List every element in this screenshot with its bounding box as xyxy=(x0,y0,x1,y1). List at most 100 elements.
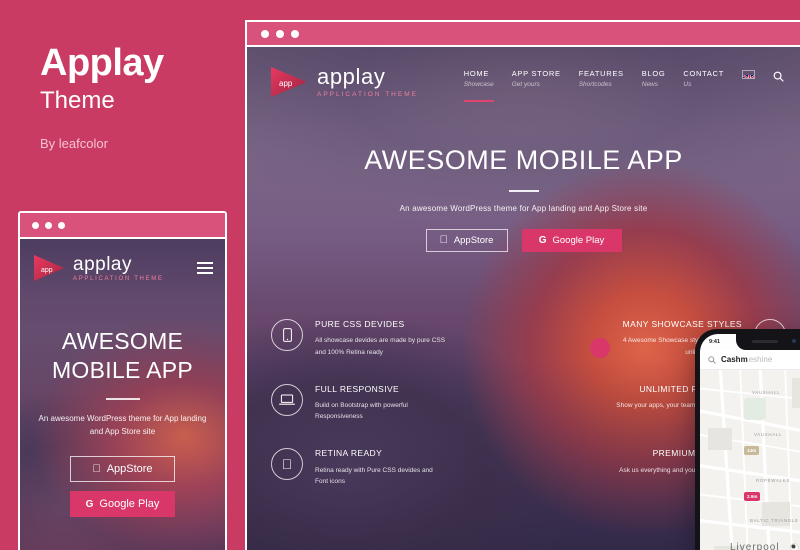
apple-icon:  xyxy=(92,463,100,475)
brand-subtitle: Theme xyxy=(40,86,115,114)
nav-item-contact-sublabel: Us xyxy=(683,81,692,88)
feature-title: FULL RESPONSIVE xyxy=(315,383,400,394)
phone-search-value: Cashm xyxy=(721,355,748,364)
appstore-label: AppStore xyxy=(449,235,494,246)
phone-screen: 9:41 Cashm eshine VAUXHALL VAUXHALL ROPE… xyxy=(700,334,800,550)
uk-flag-icon[interactable] xyxy=(742,70,755,79)
nav-item-contact-label: CONTACT xyxy=(683,69,724,78)
nav-item-contact[interactable]: CONTACT Us xyxy=(683,69,724,88)
hero-divider xyxy=(508,190,539,192)
map-price-pin[interactable]: 2.9m xyxy=(744,492,761,501)
svg-text:app: app xyxy=(279,79,293,88)
mobile-logo[interactable]: app applay APPLICATION THEME xyxy=(32,253,164,283)
hero-subtitle: An awesome WordPress theme for App landi… xyxy=(399,204,648,213)
features-left-column: PURE CSS DEVIDES All showcase devides ar… xyxy=(271,319,446,513)
search-icon xyxy=(708,355,716,364)
nav-item-blog-sublabel: News xyxy=(641,81,659,88)
window-dot-maximize-icon[interactable] xyxy=(58,221,65,229)
mobile-logo-tagline: APPLICATION THEME xyxy=(73,275,164,282)
google-play-icon: G xyxy=(85,498,94,510)
map-streets xyxy=(700,370,800,550)
hero-buttons:  AppStore G Google Play xyxy=(247,229,800,252)
nav-item-home[interactable]: HOME Showcase xyxy=(463,69,494,102)
site-logo-word: applay xyxy=(317,64,386,89)
map-price-pin[interactable]: 14m xyxy=(744,446,760,455)
search-icon[interactable] xyxy=(773,69,784,87)
nav-item-blog[interactable]: BLOG News xyxy=(642,69,666,88)
window-dot-minimize-icon[interactable] xyxy=(276,29,284,38)
play-triangle-icon: app xyxy=(269,65,309,99)
brand-title: Applay xyxy=(40,42,164,84)
mobile-hero-headline-line1: AWESOME xyxy=(61,328,184,354)
nav-item-home-label: HOME xyxy=(463,69,490,78)
feature-description: Build on Bootstrap with powerful Respons… xyxy=(315,402,408,421)
nav-item-features[interactable]: FEATURES Shortcodes xyxy=(579,69,624,88)
mobile-appstore-button[interactable]:  AppStore xyxy=(70,456,175,483)
feature-retina-ready:  RETINA READY Retina ready with Pure CS… xyxy=(271,448,446,487)
main-menu: HOME Showcase APP STORE Get yours FEATUR… xyxy=(463,69,784,102)
play-triangle-icon: app xyxy=(32,253,66,283)
map-street-label: VAUXHALL xyxy=(754,432,783,437)
mobile-hero: AWESOME MOBILE APP An awesome WordPress … xyxy=(20,327,225,518)
map-street-label: ROPEWALKS xyxy=(756,478,790,483)
hero-headline: AWESOME MOBILE APP xyxy=(364,145,683,175)
map-city-dot-icon xyxy=(790,543,799,550)
window-dot-maximize-icon[interactable] xyxy=(291,29,299,38)
mobile-appstore-label: AppStore xyxy=(102,463,153,476)
feature-pure-css-devides: PURE CSS DEVIDES All showcase devides ar… xyxy=(271,319,446,358)
nav-item-blog-label: BLOG xyxy=(641,69,666,78)
laptop-icon xyxy=(271,383,303,416)
mobile-googleplay-button[interactable]: G Google Play xyxy=(70,491,175,518)
nav-item-app-store-sublabel: Get yours xyxy=(511,81,540,88)
phone-search-placeholder: eshine xyxy=(748,355,773,364)
site-navbar: app applay APPLICATION THEME HOME Showca… xyxy=(247,47,800,109)
apple-icon:  xyxy=(271,448,303,481)
mobile-mockup-navbar: app applay APPLICATION THEME xyxy=(20,239,225,283)
phone-notch xyxy=(736,334,800,350)
window-dot-minimize-icon[interactable] xyxy=(45,221,52,229)
feature-description: Retina ready with Pure CSS devides and F… xyxy=(315,466,433,485)
nav-item-app-store[interactable]: APP STORE Get yours xyxy=(512,69,561,88)
feature-title: PURE CSS DEVIDES xyxy=(315,319,405,329)
mobile-mockup-window: app applay APPLICATION THEME AWESOME MOB… xyxy=(18,211,227,550)
nav-item-features-label: FEATURES xyxy=(578,69,624,78)
mobile-phone-icon xyxy=(271,319,303,351)
nav-item-features-sublabel: Shortcodes xyxy=(578,81,612,88)
brand-author: By leafcolor xyxy=(40,136,108,152)
screenshot-root: Applay Theme By leafcolor app applay APP… xyxy=(0,0,800,550)
site-logo[interactable]: app applay APPLICATION THEME xyxy=(269,65,418,99)
googleplay-button[interactable]: G Google Play xyxy=(521,229,622,252)
window-dot-close-icon[interactable] xyxy=(261,29,269,38)
desktop-mockup-body: app applay APPLICATION THEME HOME Showca… xyxy=(247,47,800,550)
nav-item-app-store-label: APP STORE xyxy=(511,69,561,78)
desktop-mockup-titlebar xyxy=(247,22,800,47)
map-street-label: BALTIC TRIANGLE xyxy=(750,518,799,523)
left-promo-panel: Applay Theme By leafcolor app applay APP… xyxy=(0,0,245,550)
mobile-hero-divider xyxy=(105,398,140,401)
mobile-logo-word: applay xyxy=(73,253,132,275)
map-street-label: VAUXHALL xyxy=(752,390,781,395)
phone-map-view[interactable]: VAUXHALL VAUXHALL ROPEWALKS BALTIC TRIAN… xyxy=(700,370,800,550)
mobile-googleplay-label: Google Play xyxy=(99,498,160,511)
brand-block: Applay Theme By leafcolor xyxy=(40,42,164,152)
map-city-label: Liverpool xyxy=(730,542,780,550)
feature-description: All showcase devides are made by pure CS… xyxy=(315,337,446,356)
mobile-mockup-titlebar xyxy=(20,213,225,239)
status-time: 9:41 xyxy=(709,339,721,345)
phone-search-bar[interactable]: Cashm eshine xyxy=(700,350,800,370)
mobile-hero-headline-line2: MOBILE APP xyxy=(51,356,194,383)
feature-full-responsive: FULL RESPONSIVE Build on Bootstrap with … xyxy=(271,383,446,423)
mobile-hero-subtitle: An awesome WordPress theme for App landi… xyxy=(38,414,207,437)
appstore-button[interactable]:  AppStore xyxy=(425,229,508,252)
window-dot-close-icon[interactable] xyxy=(32,221,39,229)
feature-title: RETINA READY xyxy=(315,448,383,459)
nav-item-home-sublabel: Showcase xyxy=(463,81,494,88)
phone-device-mockup: 9:41 Cashm eshine VAUXHALL VAUXHALL ROPE… xyxy=(695,329,800,550)
apple-icon:  xyxy=(440,235,448,246)
hamburger-icon[interactable] xyxy=(197,262,213,274)
mobile-mockup-body: app applay APPLICATION THEME AWESOME MOB… xyxy=(20,239,225,550)
accent-circle-decoration xyxy=(590,338,610,358)
hero-section: AWESOME MOBILE APP An awesome WordPress … xyxy=(247,145,800,252)
google-play-icon: G xyxy=(538,235,547,246)
site-logo-tagline: APPLICATION THEME xyxy=(317,91,418,98)
